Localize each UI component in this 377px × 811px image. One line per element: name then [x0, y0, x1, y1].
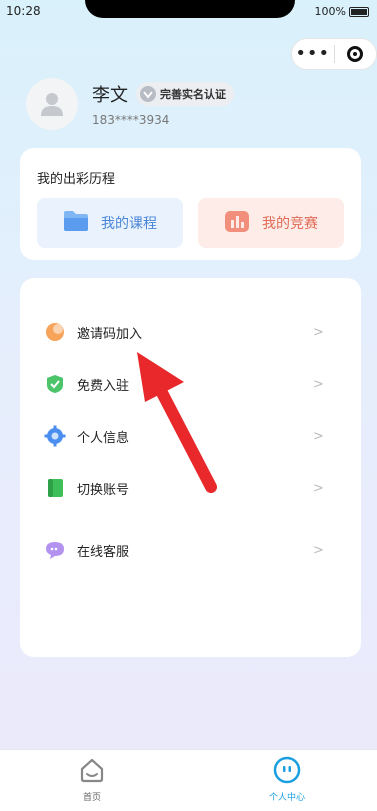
folder-icon	[63, 210, 89, 236]
avatar[interactable]	[26, 78, 78, 130]
status-time: 10:28	[6, 4, 41, 18]
name-row: 李文 完善实名认证	[92, 81, 234, 107]
chevron-right-icon: >	[313, 542, 324, 558]
history-card: 我的出彩历程 我的课程 我的竞赛	[20, 148, 361, 260]
user-icon	[41, 93, 63, 116]
home-icon	[80, 758, 104, 783]
tab-bar: 首页 个人中心	[0, 749, 377, 811]
invite-code-icon	[44, 321, 66, 343]
menu-item-switch-account[interactable]: 切换账号 >	[20, 468, 361, 508]
menu-label-invite-code: 邀请码加入	[77, 326, 143, 342]
status-bar: 10:28 100%	[0, 0, 377, 24]
target-icon	[347, 46, 364, 62]
menu-label-free-join: 免费入驻	[77, 378, 130, 394]
gear-icon	[44, 425, 66, 447]
history-card-title: 我的出彩历程	[37, 172, 116, 187]
more-options-icon[interactable]: •••	[292, 45, 334, 63]
shield-check-icon	[44, 373, 66, 395]
close-miniprogram-button[interactable]	[334, 46, 376, 62]
menu-item-free-join[interactable]: 免费入驻 >	[20, 364, 361, 404]
tab-home[interactable]: 首页	[52, 756, 132, 803]
menu-label-personal-info: 个人信息	[77, 430, 130, 446]
battery-percent: 100%	[314, 5, 346, 18]
chevron-right-icon: >	[313, 480, 324, 496]
camera-notch	[85, 0, 295, 18]
chart-icon	[224, 209, 250, 237]
my-courses-tile[interactable]: 我的课程	[37, 198, 183, 248]
verify-icon	[140, 86, 156, 102]
menu-label-switch-account: 切换账号	[77, 482, 130, 498]
menu-item-invite-code[interactable]: 邀请码加入 >	[20, 312, 361, 352]
chat-icon	[44, 539, 66, 561]
battery-icon	[349, 6, 369, 17]
profile-face-icon	[273, 756, 301, 784]
user-name: 李文	[92, 85, 128, 106]
verify-identity-button[interactable]: 完善实名认证	[136, 82, 234, 106]
chevron-right-icon: >	[313, 428, 324, 444]
menu-card: 邀请码加入 > 免费入驻 > 个人信息 > 切换账号 > 在线客服 >	[20, 278, 361, 657]
chevron-right-icon: >	[313, 376, 324, 392]
book-icon	[44, 477, 66, 499]
tab-profile-label: 个人中心	[268, 793, 305, 803]
tab-profile[interactable]: 个人中心	[247, 756, 327, 803]
tab-home-label: 首页	[82, 793, 101, 803]
menu-label-online-service: 在线客服	[77, 544, 130, 560]
profile-info: 李文 完善实名认证 183****3934	[92, 81, 234, 127]
my-courses-label: 我的课程	[101, 216, 157, 232]
my-contests-label: 我的竞赛	[262, 216, 318, 232]
user-phone: 183****3934	[92, 113, 170, 127]
my-contests-tile[interactable]: 我的竞赛	[198, 198, 344, 248]
profile-header: 李文 完善实名认证 183****3934	[26, 78, 234, 130]
miniprogram-capsule: •••	[291, 38, 377, 70]
chevron-right-icon: >	[313, 324, 324, 340]
menu-item-online-service[interactable]: 在线客服 >	[20, 530, 361, 570]
verify-label: 完善实名认证	[160, 88, 226, 101]
menu-item-personal-info[interactable]: 个人信息 >	[20, 416, 361, 456]
battery-indicator: 100%	[315, 5, 369, 18]
